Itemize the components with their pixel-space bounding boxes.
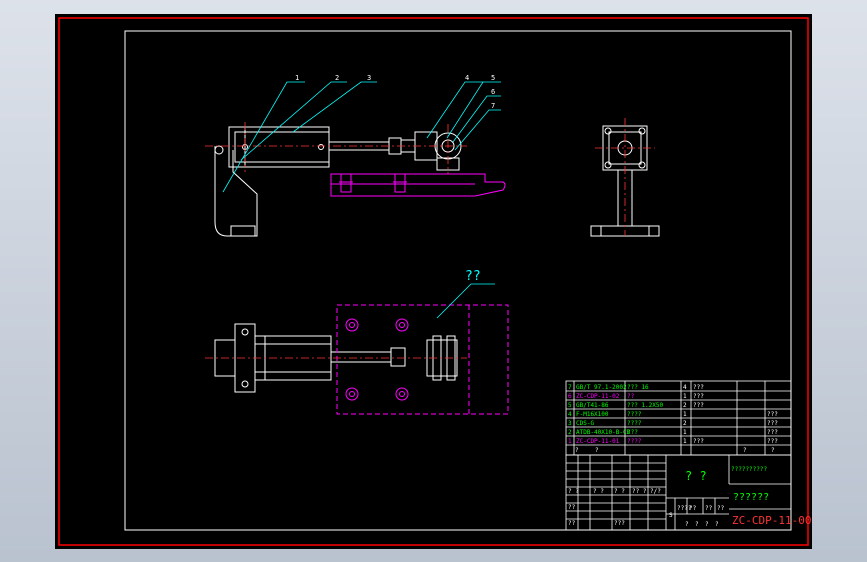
svg-text:???: ??? (767, 420, 778, 427)
callout-3: 3 (367, 74, 371, 82)
plan-base (336, 304, 509, 415)
svg-text:????: ???? (627, 411, 642, 418)
drawing-svg: 1 2 3 4 5 6 7 ?? 7 GB/T 97.1-2002 ??? 16… (58, 17, 811, 546)
front-base (330, 173, 506, 197)
plan-base-plate (336, 304, 509, 415)
svg-text:ZC-CDP-11-02: ZC-CDP-11-02 (576, 393, 620, 400)
svg-text:???: ??? (767, 411, 778, 418)
sheet-label-3: ? (705, 521, 709, 528)
svg-text:1: 1 (683, 429, 687, 436)
sig-label-5: ?/? (650, 488, 661, 495)
svg-text:????: ???? (627, 420, 642, 427)
cad-viewport[interactable]: 1 2 3 4 5 6 7 ?? 7 GB/T 97.1-2002 ??? 16… (0, 0, 867, 562)
svg-text:2: 2 (683, 402, 687, 409)
side-cylinder-end (602, 125, 648, 171)
svg-text:2: 2 (568, 429, 572, 436)
callout-5: 5 (491, 74, 495, 82)
mark-s: S (669, 512, 673, 519)
callout-4: 4 (465, 74, 469, 82)
side-label-1: ?? (568, 504, 576, 511)
svg-text:??? 1.2X50: ??? 1.2X50 (627, 402, 664, 409)
svg-text:???: ??? (693, 402, 704, 409)
plan-label: ?? (465, 269, 481, 284)
front-view (214, 126, 462, 237)
scale-label-2: ?? (689, 505, 697, 512)
svg-text:???: ??? (693, 438, 704, 445)
svg-text:GB/T41-86: GB/T41-86 (576, 402, 609, 409)
sheet-border (58, 17, 809, 546)
svg-text:6: 6 (568, 393, 572, 400)
svg-text:????: ???? (627, 438, 642, 445)
callout-1: 1 (295, 74, 299, 82)
callout-labels: 1 2 3 4 5 6 7 (295, 74, 495, 110)
side-label-2: ?? (568, 520, 576, 527)
svg-text:??? 16: ??? 16 (627, 384, 649, 391)
svg-text:4: 4 (568, 411, 572, 418)
title-block-labels: ? ? ? ? ? ? ?? ? ?/? ?? ?? ??? ???? ?? ?… (568, 488, 725, 528)
svg-text:1: 1 (683, 411, 687, 418)
callout-2: 2 (335, 74, 339, 82)
sig-label-3: ? ? (614, 488, 625, 495)
bom-header: ? ? ? ? (575, 447, 775, 454)
svg-text:GB/T 97.1-2002: GB/T 97.1-2002 (576, 384, 627, 391)
svg-text:1: 1 (683, 438, 687, 445)
svg-text:4: 4 (683, 384, 687, 391)
company-logo: ?????????? (731, 466, 768, 473)
side-centerlines (595, 118, 655, 236)
front-leaders (222, 81, 501, 193)
drawing-canvas[interactable]: 1 2 3 4 5 6 7 ?? 7 GB/T 97.1-2002 ??? 16… (55, 14, 812, 549)
sig-label-2: ? ? (593, 488, 604, 495)
bom-row-3: 3 CDS-G ???? 2 ??? (568, 420, 778, 427)
front-centerlines (205, 122, 467, 174)
callout-7: 7 (491, 102, 495, 110)
svg-text:CDS-G: CDS-G (576, 420, 594, 427)
bom-row-7: 7 GB/T 97.1-2002 ??? 16 4 ??? (568, 384, 704, 391)
svg-text:F-M16X100: F-M16X100 (576, 411, 609, 418)
svg-text:3: 3 (568, 420, 572, 427)
scale-label-4: ?? (717, 505, 725, 512)
plan-leader (436, 283, 495, 319)
sig-label-1: ? ? (568, 488, 579, 495)
svg-text:ATDB-40X10-B-CB: ATDB-40X10-B-CB (576, 429, 631, 436)
sheet-label-2: ? (695, 521, 699, 528)
svg-text:???: ??? (693, 393, 704, 400)
svg-text:?: ? (771, 447, 775, 454)
part-name: ? ? (685, 469, 707, 483)
bom-row-5: 5 GB/T41-86 ??? 1.2X50 2 ??? (568, 402, 704, 409)
bom-row-2: 2 ATDB-40X10-B-CB ??? 1 ??? (568, 429, 778, 436)
svg-text:???: ??? (767, 438, 778, 445)
svg-text:???: ??? (627, 429, 638, 436)
sheet-label-1: ? (685, 521, 689, 528)
svg-text:2: 2 (683, 420, 687, 427)
callout-6: 6 (491, 88, 495, 96)
svg-text:7: 7 (568, 384, 572, 391)
bom-rows: 7 GB/T 97.1-2002 ??? 16 4 ??? 6 ZC-CDP-1… (568, 384, 778, 454)
drawing-number: ZC-CDP-11-00 (732, 514, 811, 527)
sheet-label-4: ? (715, 521, 719, 528)
scale-label-3: ?? (705, 505, 713, 512)
svg-text:?: ? (595, 447, 599, 454)
svg-text:?: ? (743, 447, 747, 454)
svg-text:ZC-CDP-11-01: ZC-CDP-11-01 (576, 438, 620, 445)
svg-text:5: 5 (568, 402, 572, 409)
svg-text:???: ??? (767, 429, 778, 436)
svg-text:???: ??? (693, 384, 704, 391)
bom-row-6: 6 ZC-CDP-11-02 ?? 1 ??? (568, 393, 704, 400)
svg-text:??: ?? (627, 393, 635, 400)
front-bracket (214, 146, 258, 237)
svg-text:1: 1 (683, 393, 687, 400)
svg-text:1: 1 (568, 438, 572, 445)
bom-row-4: 4 F-M16X100 ???? 1 ??? (568, 411, 778, 418)
cylinder-body (228, 126, 330, 168)
bom-row-1: 1 ZC-CDP-11-01 ???? 1 ??? ??? (568, 438, 778, 445)
svg-text:?: ? (575, 447, 579, 454)
sig-label-4: ?? ? (632, 488, 647, 495)
drawing-name: ?????? (733, 492, 769, 503)
sig-label-6: ??? (614, 520, 625, 527)
